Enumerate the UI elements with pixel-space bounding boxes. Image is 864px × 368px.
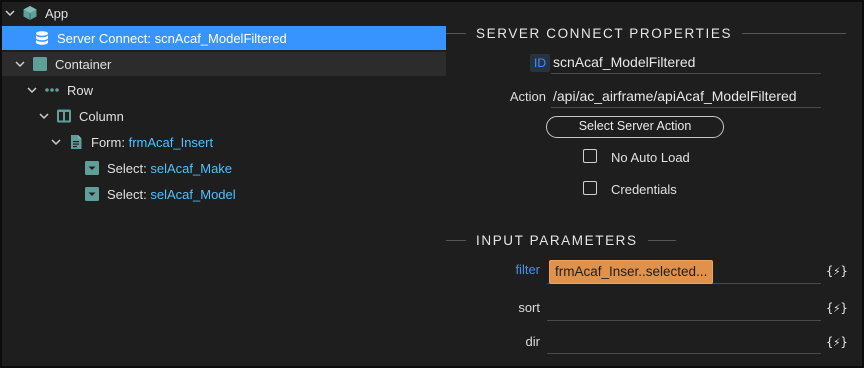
param-label-filter: filter bbox=[515, 262, 540, 277]
select-server-action-button[interactable]: Select Server Action bbox=[546, 116, 724, 138]
chevron-down-icon[interactable] bbox=[50, 136, 62, 148]
row-dots-icon bbox=[44, 82, 60, 98]
id-field[interactable]: scnAcaf_ModelFiltered bbox=[551, 52, 821, 74]
tree-node-app[interactable]: App bbox=[2, 1, 446, 25]
tree-node-label: Select: selAcaf_Make bbox=[107, 161, 232, 176]
tree-node-label: Select: selAcaf_Model bbox=[107, 187, 236, 202]
tree-node-container[interactable]: Container bbox=[2, 52, 446, 76]
container-icon bbox=[32, 56, 48, 72]
credentials-label: Credentials bbox=[611, 182, 677, 197]
param-label-sort: sort bbox=[518, 300, 540, 315]
action-label: Action bbox=[509, 89, 546, 104]
component-type: Server Connect: bbox=[57, 30, 151, 46]
chevron-down-icon[interactable] bbox=[14, 58, 26, 70]
properties-panel: SERVER CONNECT PROPERTIES ID scnAcaf_Mod… bbox=[446, 2, 862, 366]
component-name: selAcaf_Model bbox=[150, 186, 236, 202]
form-document-icon bbox=[68, 134, 84, 150]
select-dropdown-icon bbox=[84, 160, 100, 176]
lightning-bolt-icon: {⚡} bbox=[826, 264, 848, 278]
database-icon bbox=[34, 30, 50, 46]
tree-node-label: Column bbox=[79, 108, 124, 124]
select-dropdown-icon bbox=[84, 186, 100, 202]
column-icon bbox=[56, 108, 72, 124]
component-type: Select: bbox=[107, 186, 147, 202]
component-name: scnAcaf_ModelFiltered bbox=[154, 30, 287, 46]
app-cube-icon bbox=[22, 5, 38, 21]
tree-node-label: Form: frmAcaf_Insert bbox=[91, 135, 213, 150]
tree-node-row[interactable]: Row bbox=[2, 78, 446, 102]
section-header-input-parameters: INPUT PARAMETERS bbox=[446, 232, 862, 248]
section-header-properties: SERVER CONNECT PROPERTIES bbox=[446, 25, 862, 41]
param-value-chip[interactable]: frmAcaf_Inser..selected... bbox=[549, 260, 714, 284]
dynamic-data-icon[interactable]: {⚡} bbox=[826, 301, 848, 315]
component-type: Form: bbox=[91, 134, 125, 150]
chevron-down-icon[interactable] bbox=[4, 7, 16, 19]
param-field-sort[interactable] bbox=[547, 295, 821, 321]
tree-node-label: Server Connect: scnAcaf_ModelFiltered bbox=[57, 31, 287, 46]
component-type: Select: bbox=[107, 160, 147, 176]
component-tree: App Server Connect: scnAcaf_ModelFiltere… bbox=[2, 2, 446, 366]
id-label: ID bbox=[530, 54, 550, 72]
tree-node-select-make[interactable]: Select: selAcaf_Make bbox=[2, 156, 446, 180]
section-title: INPUT PARAMETERS bbox=[476, 232, 638, 248]
component-name: selAcaf_Make bbox=[150, 160, 233, 176]
action-field[interactable]: /api/ac_airframe/apiAcaf_ModelFiltered bbox=[551, 86, 821, 108]
tree-node-select-model[interactable]: Select: selAcaf_Model bbox=[2, 182, 446, 206]
param-field-dir[interactable] bbox=[547, 328, 821, 354]
param-label-dir: dir bbox=[525, 334, 540, 349]
no-auto-load-label: No Auto Load bbox=[611, 150, 690, 165]
tree-node-label: Row bbox=[67, 82, 94, 98]
section-title: SERVER CONNECT PROPERTIES bbox=[476, 25, 733, 41]
tree-node-server-connect[interactable]: Server Connect: scnAcaf_ModelFiltered bbox=[2, 26, 446, 50]
component-name: frmAcaf_Insert bbox=[128, 134, 214, 150]
dynamic-data-icon[interactable]: {⚡} bbox=[826, 264, 848, 278]
lightning-bolt-icon: {⚡} bbox=[826, 335, 848, 349]
tree-node-form[interactable]: Form: frmAcaf_Insert bbox=[2, 130, 446, 154]
chevron-down-icon[interactable] bbox=[38, 110, 50, 122]
credentials-checkbox[interactable] bbox=[583, 181, 597, 195]
dynamic-data-icon[interactable]: {⚡} bbox=[826, 335, 848, 349]
lightning-bolt-icon: {⚡} bbox=[826, 301, 848, 315]
tree-node-label: App bbox=[45, 5, 69, 21]
tree-node-label: Container bbox=[55, 56, 112, 72]
chevron-down-icon[interactable] bbox=[26, 84, 38, 96]
no-auto-load-checkbox[interactable] bbox=[583, 149, 597, 163]
tree-node-column[interactable]: Column bbox=[2, 104, 446, 128]
